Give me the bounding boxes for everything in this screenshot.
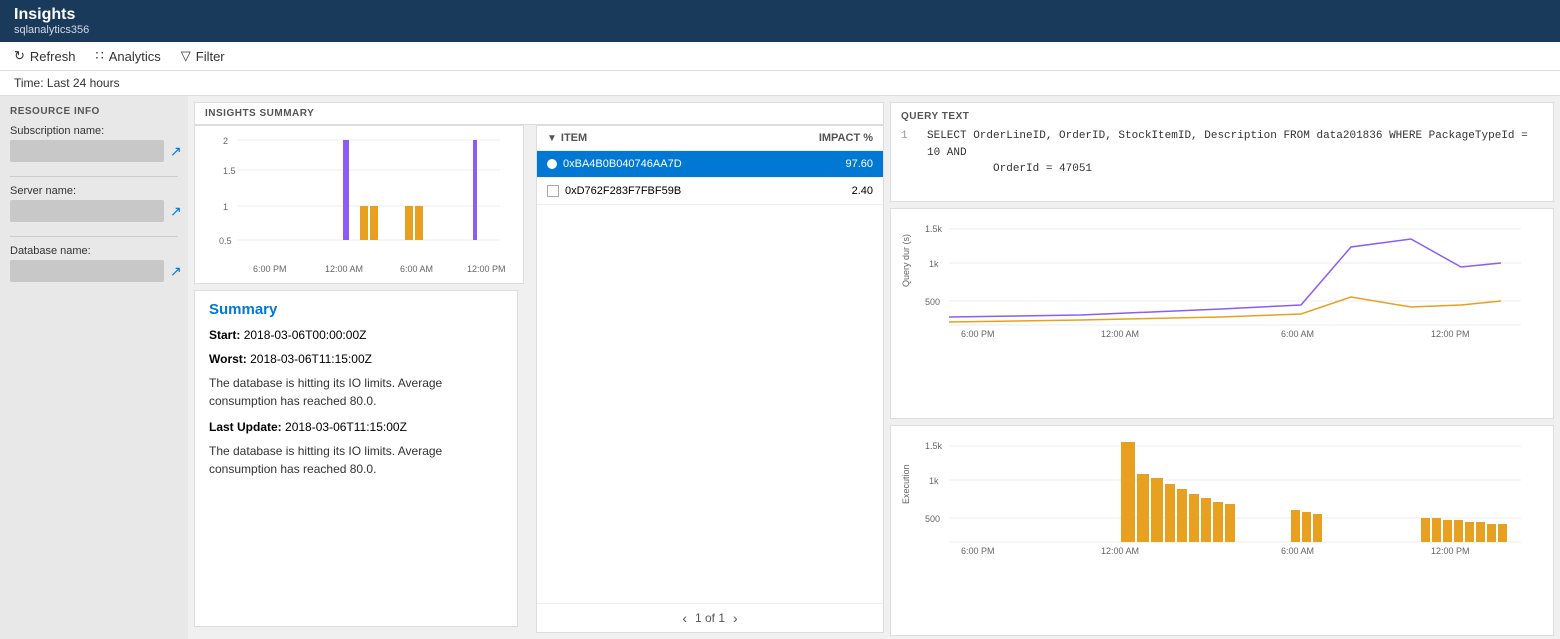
filter-button[interactable]: ▽ Filter: [181, 48, 225, 64]
item-list-spacer: [537, 205, 883, 603]
server-edit-icon[interactable]: ↗: [170, 203, 182, 220]
summary-title: Summary: [209, 301, 503, 318]
item-dot: [547, 159, 557, 169]
svg-text:1: 1: [223, 202, 228, 212]
svg-text:500: 500: [925, 514, 940, 524]
query-code: SELECT OrderLineID, OrderID, StockItemID…: [927, 128, 1543, 178]
item-row[interactable]: 0xD762F283F7FBF59B 2.40: [537, 178, 883, 205]
subscription-label: Subscription name:: [10, 125, 178, 137]
svg-text:0.5: 0.5: [219, 236, 232, 246]
subscription-input[interactable]: [10, 140, 164, 162]
item-list-header: ▼ ITEM IMPACT %: [537, 126, 883, 151]
query-text-box: QUERY TEXT 1 SELECT OrderLineID, OrderID…: [890, 102, 1554, 202]
app-subtitle: sqlanalytics356: [14, 24, 1546, 36]
summary-start: Start: 2018-03-06T00:00:00Z: [209, 326, 503, 344]
item-row[interactable]: 0xBA4B0B040746AA7D 97.60: [537, 151, 883, 178]
query-text-content: 1 SELECT OrderLineID, OrderID, StockItem…: [901, 128, 1543, 178]
analytics-icon: ∷: [95, 48, 103, 64]
svg-text:Query dur (s): Query dur (s): [901, 234, 911, 287]
svg-text:12:00 AM: 12:00 AM: [1101, 329, 1139, 339]
query-line-num: 1: [901, 128, 917, 178]
query-dur-svg: Query dur (s) 1.5k 1k 500 6:00 PM 12:00 …: [901, 217, 1531, 347]
refresh-button[interactable]: ↻ Refresh: [14, 48, 75, 64]
svg-text:500: 500: [925, 297, 940, 307]
database-field: Database name: ↗: [10, 245, 178, 282]
server-label: Server name:: [10, 185, 178, 197]
col-impact-header: IMPACT %: [803, 132, 873, 144]
summary-last-update: Last Update: 2018-03-06T11:15:00Z: [209, 418, 503, 436]
svg-text:6:00 PM: 6:00 PM: [961, 329, 995, 339]
refresh-icon: ↻: [14, 48, 25, 64]
chart-summary-col: 2 1.5 1 0.5 6:00 PM 12:00 AM 6:00 AM: [194, 125, 524, 633]
right-panel: QUERY TEXT 1 SELECT OrderLineID, OrderID…: [890, 96, 1560, 639]
query-text-title: QUERY TEXT: [901, 111, 1543, 122]
svg-text:12:00 AM: 12:00 AM: [1101, 546, 1139, 556]
left-panel: RESOURCE INFO Subscription name: ↗ Serve…: [0, 96, 188, 639]
svg-text:12:00 AM: 12:00 AM: [325, 264, 363, 274]
item-checkbox: [547, 185, 559, 197]
summary-description: The database is hitting its IO limits. A…: [209, 374, 503, 410]
server-input[interactable]: [10, 200, 164, 222]
item-id-col: 0xD762F283F7FBF59B: [547, 185, 803, 197]
svg-text:6:00 AM: 6:00 AM: [1281, 329, 1314, 339]
database-edit-icon[interactable]: ↗: [170, 263, 182, 280]
database-label: Database name:: [10, 245, 178, 257]
pagination-info: 1 of 1: [695, 611, 725, 625]
main-content: RESOURCE INFO Subscription name: ↗ Serve…: [0, 96, 1560, 639]
query-duration-chart: Query dur (s) 1.5k 1k 500 6:00 PM 12:00 …: [890, 208, 1554, 419]
insights-summary-header: INSIGHTS SUMMARY: [194, 102, 884, 125]
server-field: Server name: ↗: [10, 185, 178, 222]
svg-text:12:00 PM: 12:00 PM: [1431, 546, 1470, 556]
pagination-next[interactable]: ›: [733, 610, 738, 626]
svg-text:1.5: 1.5: [223, 166, 236, 176]
svg-text:6:00 AM: 6:00 AM: [1281, 546, 1314, 556]
app-title: Insights: [14, 6, 1546, 24]
svg-text:12:00 PM: 12:00 PM: [1431, 329, 1470, 339]
col-item-header: ▼ ITEM: [547, 132, 803, 144]
insights-main-row: 2 1.5 1 0.5 6:00 PM 12:00 AM 6:00 AM: [194, 125, 884, 633]
insights-chart-box: 2 1.5 1 0.5 6:00 PM 12:00 AM 6:00 AM: [194, 125, 524, 284]
svg-text:12:00 PM: 12:00 PM: [467, 264, 505, 274]
execution-svg: Execution 1.5k 1k 500 6:00 PM 12:00 AM 6…: [901, 434, 1531, 564]
item-impact: 97.60: [803, 158, 873, 170]
toolbar: ↻ Refresh ∷ Analytics ▽ Filter: [0, 42, 1560, 71]
svg-text:6:00 PM: 6:00 PM: [961, 546, 995, 556]
pagination: ‹ 1 of 1 ›: [537, 603, 883, 632]
item-id-col: 0xBA4B0B040746AA7D: [547, 158, 803, 170]
svg-text:1k: 1k: [929, 259, 939, 269]
item-list-area: ▼ ITEM IMPACT % 0xBA4B0B040746AA7D 97.60: [536, 125, 884, 633]
pagination-prev[interactable]: ‹: [682, 610, 687, 626]
time-bar: Time: Last 24 hours: [0, 71, 1560, 96]
filter-icon: ▼: [547, 133, 557, 144]
filter-icon: ▽: [181, 48, 191, 64]
center-panel: INSIGHTS SUMMARY 2 1.5 1 0.5: [188, 96, 890, 639]
summary-worst: Worst: 2018-03-06T11:15:00Z: [209, 350, 503, 368]
summary-panel: Summary Start: 2018-03-06T00:00:00Z Wors…: [194, 290, 518, 627]
insights-summary-title: INSIGHTS SUMMARY: [205, 108, 873, 119]
svg-text:2: 2: [223, 136, 228, 146]
app-header: Insights sqlanalytics356: [0, 0, 1560, 42]
subscription-edit-icon[interactable]: ↗: [170, 143, 182, 160]
execution-chart: Execution 1.5k 1k 500 6:00 PM 12:00 AM 6…: [890, 425, 1554, 636]
database-input[interactable]: [10, 260, 164, 282]
summary-description2: The database is hitting its IO limits. A…: [209, 442, 503, 478]
resource-info-title: RESOURCE INFO: [10, 106, 178, 117]
svg-text:1.5k: 1.5k: [925, 441, 943, 451]
svg-text:6:00 PM: 6:00 PM: [253, 264, 287, 274]
subscription-field: Subscription name: ↗: [10, 125, 178, 162]
insights-chart-svg: 2 1.5 1 0.5 6:00 PM 12:00 AM 6:00 AM: [205, 132, 505, 277]
svg-text:6:00 AM: 6:00 AM: [400, 264, 433, 274]
svg-text:1.5k: 1.5k: [925, 224, 943, 234]
svg-text:1k: 1k: [929, 476, 939, 486]
analytics-button[interactable]: ∷ Analytics: [95, 48, 160, 64]
item-impact: 2.40: [803, 185, 873, 197]
svg-text:Execution: Execution: [901, 464, 911, 504]
